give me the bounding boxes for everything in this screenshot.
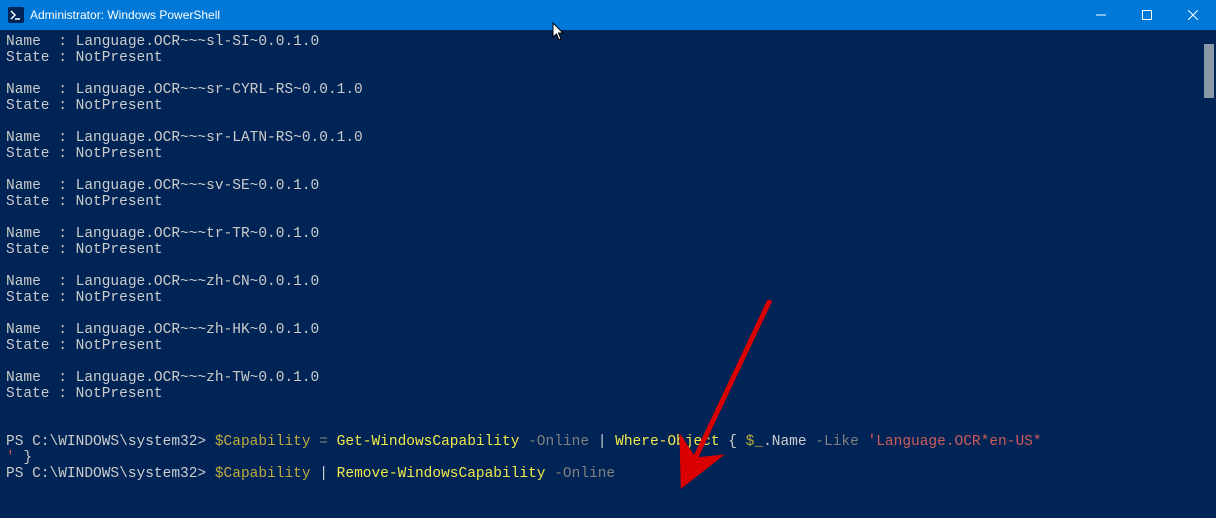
output-entry: Name : Language.OCR~~~zh-TW~0.0.1.0State… [6,370,1210,402]
powershell-window: Administrator: Windows PowerShell Name :… [0,0,1216,518]
close-button[interactable] [1170,0,1216,30]
output-entry: Name : Language.OCR~~~zh-HK~0.0.1.0State… [6,322,1210,354]
minimize-button[interactable] [1078,0,1124,30]
output-entry: Name : Language.OCR~~~sr-LATN-RS~0.0.1.0… [6,130,1210,162]
powershell-icon [8,7,24,23]
output-entry: Name : Language.OCR~~~zh-CN~0.0.1.0State… [6,274,1210,306]
console-output[interactable]: Name : Language.OCR~~~sl-SI~0.0.1.0State… [0,30,1216,518]
titlebar[interactable]: Administrator: Windows PowerShell [0,0,1216,30]
output-entry: Name : Language.OCR~~~tr-TR~0.0.1.0State… [6,226,1210,258]
command-line-1-cont: ' } [6,450,1210,466]
scrollbar-track[interactable] [1202,44,1216,504]
scrollbar-thumb[interactable] [1204,44,1214,98]
scrollbar[interactable] [1202,30,1216,518]
window-title: Administrator: Windows PowerShell [30,8,220,22]
output-entry: Name : Language.OCR~~~sr-CYRL-RS~0.0.1.0… [6,82,1210,114]
maximize-button[interactable] [1124,0,1170,30]
command-line-2: PS C:\WINDOWS\system32> $Capability | Re… [6,466,1210,482]
output-entry: Name : Language.OCR~~~sv-SE~0.0.1.0State… [6,178,1210,210]
command-line-1: PS C:\WINDOWS\system32> $Capability = Ge… [6,434,1210,450]
output-entry: Name : Language.OCR~~~sl-SI~0.0.1.0State… [6,34,1210,66]
